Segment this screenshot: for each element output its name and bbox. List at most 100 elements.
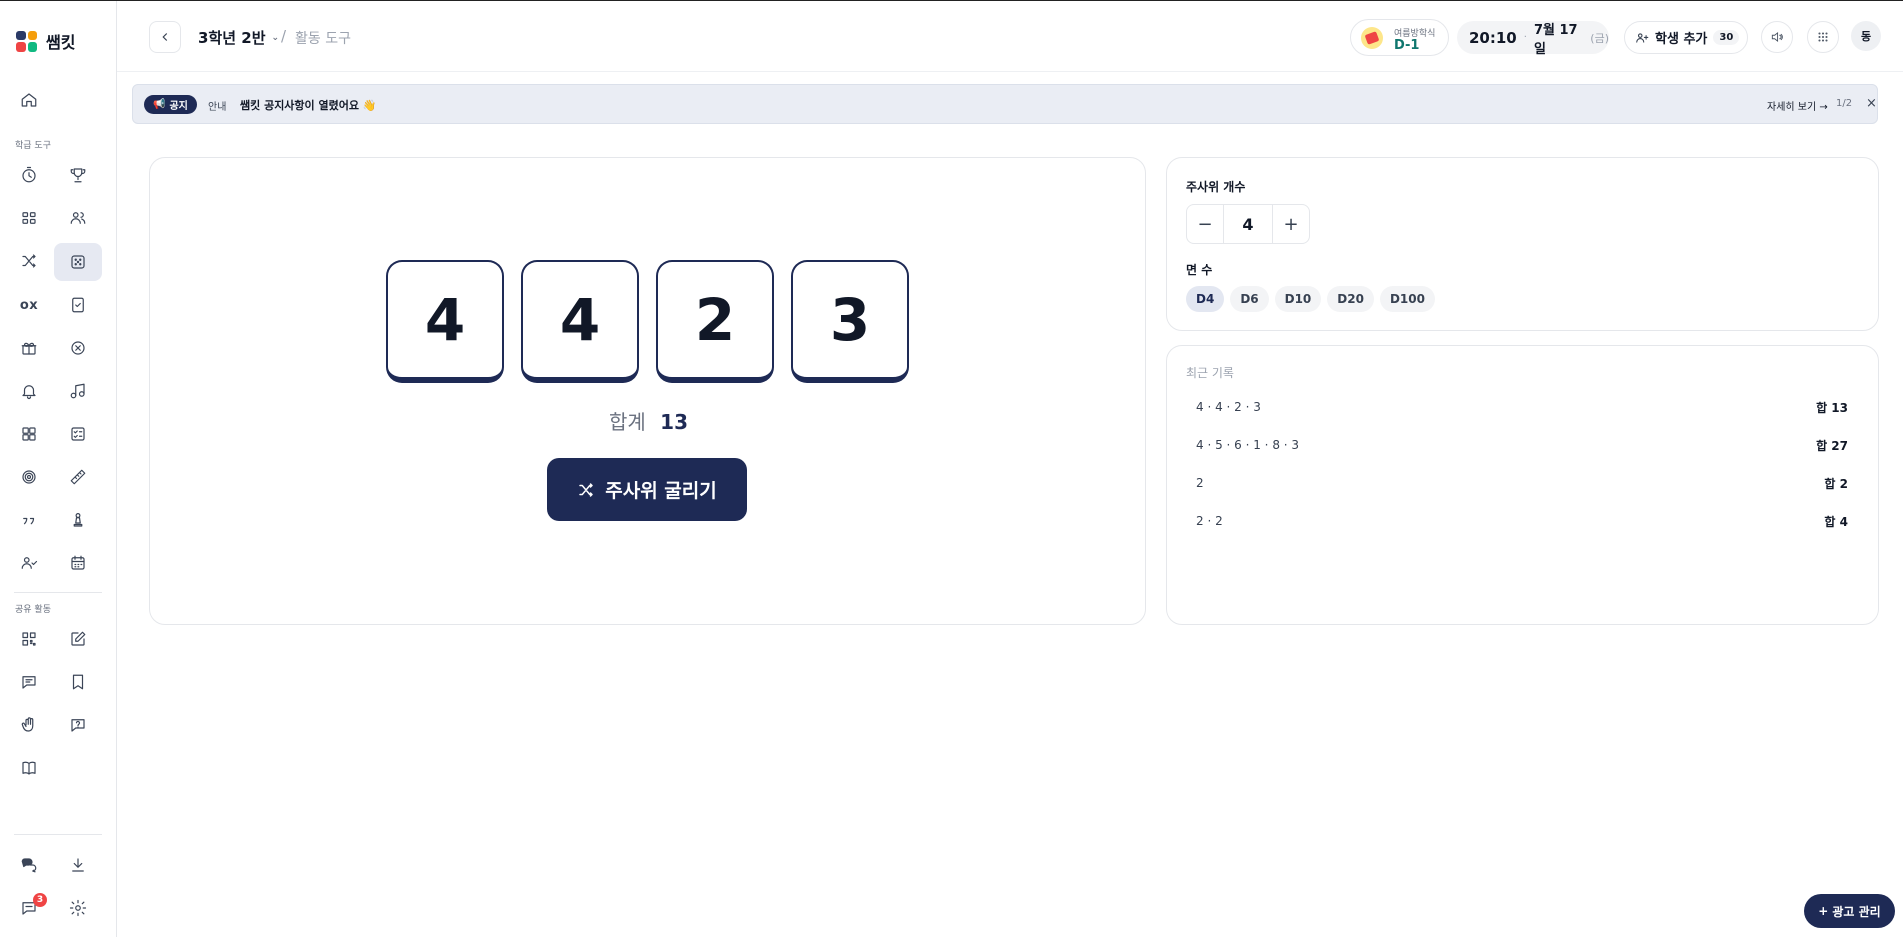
notice-banner: 📢 공지 안내 쌤킷 공지사항이 열렸어요 👋 자세히 보기 → 1/2 × [132, 84, 1878, 124]
question-chat-icon[interactable] [54, 706, 102, 744]
decrement-button[interactable]: − [1187, 205, 1223, 243]
history-sum: 합 4 [1824, 514, 1848, 529]
event-countdown[interactable]: 여름방학식 D-1 [1350, 19, 1449, 56]
apps-icon[interactable] [5, 415, 53, 453]
calendar-icon[interactable] [54, 544, 102, 582]
trophy-icon[interactable] [54, 156, 102, 194]
chess-pawn-icon[interactable] [54, 501, 102, 539]
notice-text[interactable]: 쌤킷 공지사항이 열렸어요 👋 [240, 97, 377, 113]
user-check-icon[interactable] [5, 544, 53, 582]
ruler-icon[interactable] [54, 458, 102, 496]
gift-icon[interactable] [5, 329, 53, 367]
history-row: 2 · 2 합 4 [1178, 503, 1867, 539]
user-plus-icon [1636, 32, 1649, 43]
quote-icon[interactable] [5, 501, 53, 539]
dice-settings-card: 주사위 개수 − 4 + 면 수 D4 D6 D10 D20 D100 [1166, 157, 1879, 331]
notice-pagination: 1/2 [1836, 98, 1853, 109]
download-icon[interactable] [54, 846, 102, 884]
app-root: 쌤킷 학급 도구 ox 공유 활동 3 3학년 2반 ⌄ / 활동 도구 여름방… [0, 0, 1903, 937]
beach-icon [1361, 27, 1383, 49]
notice-more-link[interactable]: 자세히 보기 → [1767, 98, 1828, 113]
current-weekday: (금) [1590, 31, 1609, 45]
sound-button[interactable] [1761, 21, 1793, 53]
dots-grid-icon [1818, 32, 1828, 42]
app-logo[interactable]: 쌤킷 [16, 29, 75, 53]
history-dice: 4 · 4 · 2 · 3 [1196, 400, 1261, 414]
sides-label: 면 수 [1186, 263, 1213, 277]
ad-manage-button[interactable]: + 광고 관리 [1804, 894, 1895, 928]
chat-bubbles-icon[interactable] [5, 846, 53, 884]
sides-selector: D4 D6 D10 D20 D100 [1186, 286, 1435, 312]
history-dice: 2 [1196, 476, 1204, 490]
dice-count-stepper: − 4 + [1186, 204, 1310, 244]
circle-x-icon[interactable] [54, 329, 102, 367]
current-time: 20:10 [1469, 28, 1517, 47]
plus-icon: + [1818, 904, 1829, 918]
class-selector[interactable]: 3학년 2반 ⌄ [198, 27, 279, 48]
section-label-learning: 학급 도구 [15, 141, 51, 151]
add-student-button[interactable]: 학생 추가 30 [1624, 21, 1748, 54]
message-icon[interactable] [5, 663, 53, 701]
shuffle-icon[interactable] [5, 242, 53, 280]
sidebar-divider [14, 592, 102, 593]
checklist-icon[interactable] [54, 286, 102, 324]
sum-label: 합계 [608, 410, 646, 434]
history-dice: 4 · 5 · 6 · 1 · 8 · 3 [1196, 438, 1300, 452]
side-option-d20[interactable]: D20 [1327, 286, 1374, 312]
edit-square-icon[interactable] [54, 620, 102, 658]
notice-tag-label: 공지 [169, 101, 188, 112]
chevron-down-icon: ⌄ [271, 32, 280, 43]
apps-menu-button[interactable] [1807, 21, 1839, 53]
notification-badge: 3 [33, 893, 47, 907]
back-button[interactable] [149, 21, 181, 53]
roll-dice-button[interactable]: 주사위 굴리기 [547, 458, 747, 521]
die-face: 4 [386, 260, 504, 383]
chat-icon[interactable] [5, 889, 53, 927]
die-face: 2 [656, 260, 774, 383]
bell-icon[interactable] [5, 372, 53, 410]
close-icon[interactable]: × [1866, 96, 1877, 111]
die-face: 4 [521, 260, 639, 383]
target-icon[interactable] [5, 458, 53, 496]
notice-type: 안내 [208, 102, 227, 113]
logo-icon [16, 30, 37, 52]
add-student-label: 학생 추가 [1655, 32, 1708, 47]
clock-widget[interactable]: 20:10 · 7월 17일 (금) [1457, 21, 1609, 57]
history-sum: 합 2 [1824, 476, 1848, 491]
timer-icon[interactable] [5, 156, 53, 194]
grid-icon[interactable] [5, 199, 53, 237]
bookmark-icon[interactable] [54, 663, 102, 701]
dice-count-label: 주사위 개수 [1186, 180, 1246, 194]
sidebar: 쌤킷 학급 도구 ox 공유 활동 3 [0, 1, 117, 937]
qr-code-icon[interactable] [5, 620, 53, 658]
breadcrumb-separator: / [281, 27, 287, 45]
breadcrumb-page: 활동 도구 [295, 31, 351, 47]
ad-manage-label: 광고 관리 [1832, 904, 1881, 919]
history-title: 최근 기록 [1186, 366, 1234, 380]
shuffle-icon [579, 482, 593, 497]
user-avatar[interactable]: 동 [1851, 21, 1881, 51]
users-icon[interactable] [54, 199, 102, 237]
book-icon[interactable] [5, 749, 53, 787]
student-count-badge: 30 [1713, 30, 1740, 45]
side-option-d6[interactable]: D6 [1230, 286, 1269, 312]
history-row: 2 합 2 [1178, 465, 1867, 501]
home-icon[interactable] [5, 81, 53, 119]
speaker-icon [1771, 31, 1783, 43]
megaphone-icon: 📢 [153, 99, 166, 110]
hand-raise-icon[interactable] [5, 706, 53, 744]
increment-button[interactable]: + [1273, 205, 1309, 243]
side-option-d10[interactable]: D10 [1274, 286, 1322, 312]
dice-count-value: 4 [1223, 205, 1273, 243]
task-list-icon[interactable] [54, 415, 102, 453]
dice-icon[interactable] [54, 243, 102, 281]
app-name: 쌤킷 [46, 33, 76, 52]
ox-quiz-icon[interactable]: ox [5, 286, 53, 324]
side-option-d4[interactable]: D4 [1186, 286, 1225, 312]
music-icon[interactable] [54, 372, 102, 410]
side-option-d100[interactable]: D100 [1379, 286, 1435, 312]
section-label-shared: 공유 활동 [15, 605, 51, 615]
sum-value: 13 [660, 410, 688, 434]
current-date: 7월 17일 [1533, 22, 1578, 57]
settings-gear-icon[interactable] [54, 889, 102, 927]
